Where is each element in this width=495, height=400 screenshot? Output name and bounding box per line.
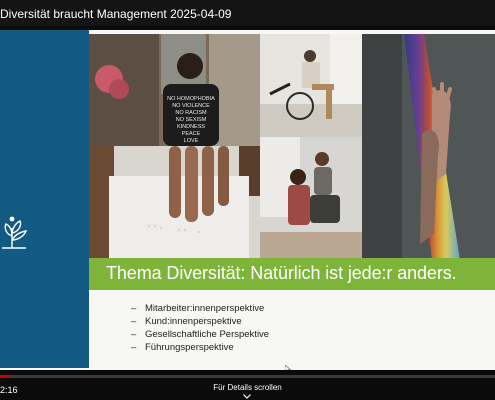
shirt-text-line: NO SEXISM: [176, 117, 207, 123]
progress-fill: [0, 375, 10, 378]
shirt-text-line: NO HOMOPHOBIA: [167, 96, 215, 102]
shirt-text-line: LOVE: [184, 138, 199, 144]
photo-hands-rainbow: [362, 34, 495, 260]
list-item: Gesellschaftliche Perspektive: [131, 328, 269, 341]
photo-person-shirt: NO HOMOPHOBIA NO VIOLENCE NO RACISM NO S…: [89, 34, 260, 146]
chevron-down-icon[interactable]: [243, 394, 251, 399]
shirt-text-line: NO VIOLENCE: [172, 103, 210, 109]
progress-bar[interactable]: [0, 375, 495, 378]
list-item: Kund:innenperspektive: [131, 315, 269, 328]
mouse-cursor-icon: [285, 365, 291, 370]
plant-icon: [2, 216, 28, 249]
video-title[interactable]: Diversität braucht Management 2025-04-09: [0, 7, 231, 21]
slide-title-banner: Thema Diversität: Natürlich ist jede:r a…: [89, 258, 495, 290]
photo-two-women: [260, 137, 362, 260]
scroll-hint[interactable]: Für Details scrollen: [0, 383, 495, 392]
presentation-slide: NO HOMOPHOBIA NO VIOLENCE NO RACISM NO S…: [0, 30, 495, 370]
shirt-text-line: KINDNESS: [177, 124, 205, 130]
shirt-text-line: PEACE: [182, 131, 201, 137]
photo-braille-hands: [89, 146, 260, 258]
perspective-list: Mitarbeiter:innenperspektive Kund:innenp…: [131, 302, 269, 354]
slide-title: Thema Diversität: Natürlich ist jede:r a…: [106, 263, 457, 283]
list-item: Führungsperspektive: [131, 341, 269, 354]
photo-wheelchair: [260, 34, 362, 137]
title-bar: Diversität braucht Management 2025-04-09: [0, 0, 495, 26]
list-item: Mitarbeiter:innenperspektive: [131, 302, 269, 315]
shirt-text-line: NO RACISM: [175, 110, 207, 116]
video-controls: 2:16 Für Details scrollen: [0, 375, 495, 400]
slide-sidebar: [0, 30, 89, 368]
